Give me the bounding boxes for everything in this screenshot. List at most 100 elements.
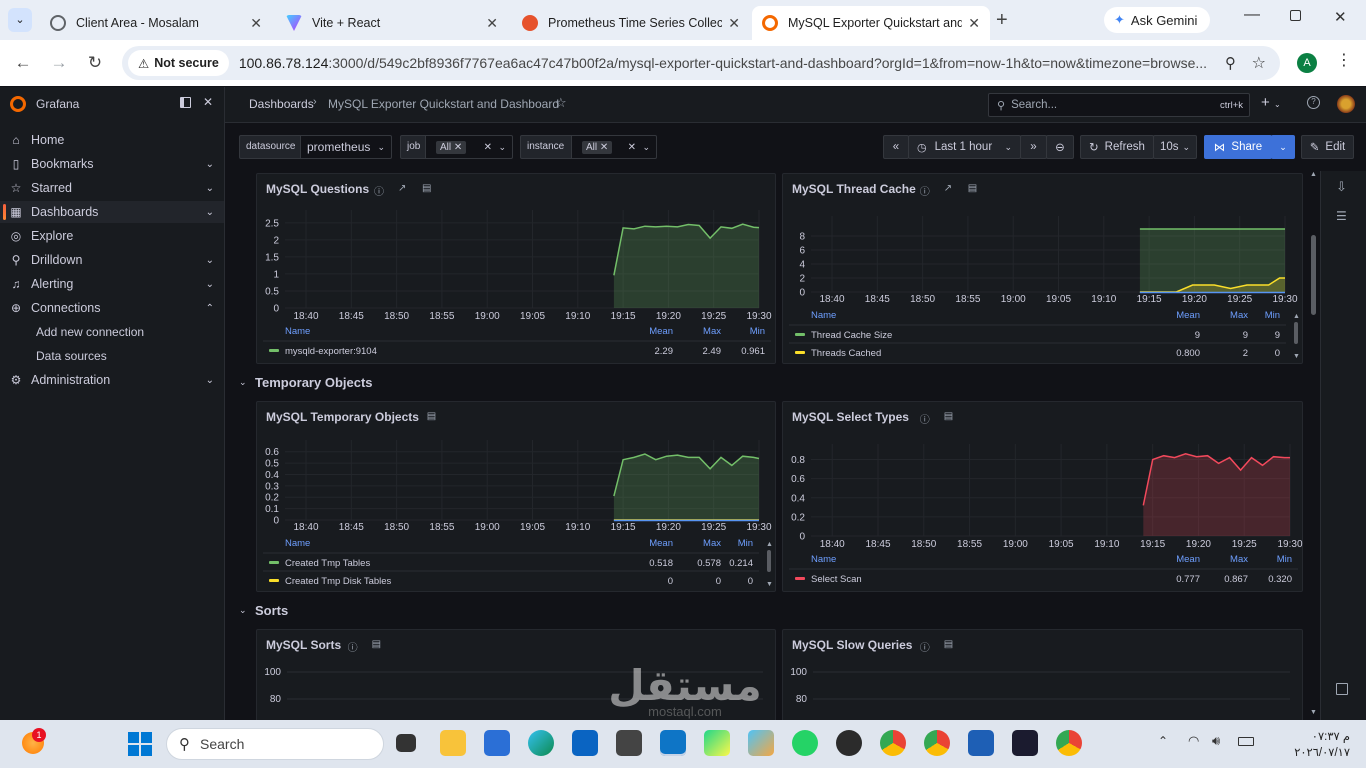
sidebar-item-home[interactable]: ⌂ Home	[0, 129, 224, 151]
sidebar-item-dashboards[interactable]: ▦ Dashboards ⌄	[0, 201, 224, 223]
powershell-icon[interactable]	[968, 730, 994, 756]
volume-icon[interactable]: 🔊︎	[1212, 733, 1220, 749]
breadcrumb-root[interactable]: Dashboards	[249, 97, 314, 111]
legend-header-name[interactable]: Name	[811, 310, 836, 321]
legend-scroll-thumb[interactable]	[767, 550, 771, 572]
add-new-icon[interactable]: + ⌄	[1261, 94, 1281, 111]
reload-icon[interactable]: ↻	[84, 52, 106, 74]
legend-scroll-down-icon[interactable]: ▼	[766, 581, 773, 588]
close-icon[interactable]: ✕	[486, 15, 498, 32]
legend-scroll-thumb[interactable]	[1294, 322, 1298, 344]
datasource-variable-select[interactable]: prometheus ⌄	[300, 135, 392, 159]
legend-header-max[interactable]: Max	[703, 326, 721, 337]
file-explorer-icon[interactable]	[440, 730, 466, 756]
wifi-icon[interactable]: ◠	[1188, 733, 1199, 749]
chrome-profile-active-icon[interactable]	[924, 730, 950, 756]
git-app-icon[interactable]	[748, 730, 774, 756]
legend-header-min[interactable]: Min	[738, 538, 753, 549]
close-icon[interactable]: ✕	[250, 15, 262, 32]
bookmark-star-icon[interactable]: ☆	[1252, 53, 1266, 73]
job-variable-select[interactable]: All ✕ ✕ ⌄	[425, 135, 513, 159]
task-view-icon[interactable]	[396, 734, 416, 752]
legend-header-max[interactable]: Max	[1230, 310, 1248, 321]
sidebar-subitem[interactable]: Add new connection	[36, 325, 144, 339]
scroll-thumb[interactable]	[1311, 235, 1316, 315]
minimize-icon[interactable]: —	[1244, 6, 1260, 24]
sidebar-item-alerting[interactable]: ♫ Alerting ⌄	[0, 273, 224, 295]
share-options-button[interactable]: ⌄	[1271, 135, 1295, 159]
instance-chip[interactable]: All ✕	[582, 140, 613, 154]
time-forward-button[interactable]: »	[1020, 135, 1047, 159]
panel-mysql-select-types[interactable]: MySQL Select Types ⓘ ▤ 18:40 18:45 18:50 18:55…	[782, 401, 1303, 592]
browser-tab-prometheus[interactable]: Prometheus Time Series Collect ✕	[512, 6, 750, 40]
pycharm-icon[interactable]	[704, 730, 730, 756]
url-field[interactable]: ⚠ Not secure 100.86.78.124:3000/d/549c2b…	[122, 46, 1280, 80]
sidebar-item-drilldown[interactable]: ⚲ Drilldown ⌄	[0, 249, 224, 271]
legend-header-name[interactable]: Name	[285, 326, 310, 337]
store-icon[interactable]	[484, 730, 510, 756]
whatsapp-icon[interactable]	[792, 730, 818, 756]
outlook-icon[interactable]	[572, 730, 598, 756]
legend-header-mean[interactable]: Mean	[1176, 310, 1200, 321]
instance-variable-select[interactable]: All ✕ ✕ ⌄	[571, 135, 657, 159]
legend-header-mean[interactable]: Mean	[1176, 554, 1200, 565]
edit-button[interactable]: ✎ Edit	[1301, 135, 1354, 159]
row-collapse-chevron-icon[interactable]: ⌄	[239, 605, 247, 616]
user-avatar[interactable]	[1337, 95, 1355, 113]
sidebar-item-bookmarks[interactable]: ▯ Bookmarks ⌄	[0, 153, 224, 175]
dashboard-scrollbar[interactable]: ▲ ▼	[1309, 171, 1319, 720]
legend-series-name[interactable]: Threads Cached	[811, 348, 881, 359]
dock-menu-icon[interactable]	[180, 97, 191, 108]
legend-series-name[interactable]: mysqld-exporter:9104	[285, 346, 377, 357]
sidebar-item-starred[interactable]: ☆ Starred ⌄	[0, 177, 224, 199]
taskbar-search-input[interactable]: ⚲ Search	[166, 728, 384, 760]
close-icon[interactable]: ✕	[968, 15, 980, 32]
import-icon[interactable]: ⇩	[1336, 179, 1347, 195]
panel-mysql-temporary-objects[interactable]: MySQL Temporary Objects ▤ 18:40 18:45 18:50 1…	[256, 401, 776, 592]
star-dashboard-icon[interactable]: ☆	[555, 95, 567, 111]
sidebar-item-administration[interactable]: ⚙ Administration ⌄	[0, 369, 224, 391]
time-back-button[interactable]: «	[883, 135, 909, 159]
time-picker-button[interactable]: ◷ Last 1 hour ⌄	[908, 135, 1021, 159]
legend-header-max[interactable]: Max	[703, 538, 721, 549]
forward-icon[interactable]: →	[48, 52, 70, 74]
refresh-button[interactable]: ↻ Refresh	[1080, 135, 1154, 159]
edge-icon[interactable]	[528, 730, 554, 756]
browser-tab-client-area[interactable]: Client Area - Mosalam ✕	[40, 6, 272, 40]
maximize-icon[interactable]	[1290, 10, 1301, 21]
close-window-icon[interactable]: ✕	[1334, 8, 1347, 26]
legend-header-name[interactable]: Name	[811, 554, 836, 565]
legend-header-mean[interactable]: Mean	[649, 326, 673, 337]
media-app-icon[interactable]	[616, 730, 642, 756]
scroll-up-icon[interactable]: ▲	[1310, 171, 1317, 178]
back-icon[interactable]: ←	[12, 52, 34, 74]
legend-series-name[interactable]: Select Scan	[811, 574, 862, 585]
row-title-temporary-objects[interactable]: Temporary Objects	[255, 375, 373, 390]
new-tab-icon[interactable]: +	[996, 9, 1008, 31]
panel-mysql-slow-queries[interactable]: MySQL Slow Queriesⓘ▤1008060	[782, 629, 1303, 725]
clear-icon[interactable]: ✕	[628, 142, 636, 153]
battery-icon[interactable]	[1238, 737, 1254, 746]
tray-chevron-icon[interactable]: ⌃	[1158, 734, 1168, 748]
vscode-icon[interactable]	[660, 730, 686, 756]
obs-icon[interactable]	[836, 730, 862, 756]
legend-header-name[interactable]: Name	[285, 538, 310, 549]
job-chip[interactable]: All ✕	[436, 140, 467, 154]
not-secure-badge[interactable]: ⚠ Not secure	[128, 50, 229, 76]
scroll-down-icon[interactable]: ▼	[1310, 709, 1317, 716]
outline-icon[interactable]: ☰	[1336, 209, 1347, 223]
dock-panel-icon[interactable]	[1336, 683, 1348, 695]
legend-scroll-up-icon[interactable]: ▲	[1293, 313, 1300, 320]
search-input[interactable]: ⚲ Search... ctrl+k	[988, 93, 1250, 117]
legend-scroll-down-icon[interactable]: ▼	[1293, 353, 1300, 360]
legend-header-mean[interactable]: Mean	[649, 538, 673, 549]
row-collapse-chevron-icon[interactable]: ⌄	[239, 377, 247, 388]
sidebar-item-explore[interactable]: ◎ Explore	[0, 225, 224, 247]
legend-header-max[interactable]: Max	[1230, 554, 1248, 565]
panel-mysql-questions[interactable]: MySQL Questions ⓘ ↗ ▤ 18:40 18:45 18:50 18:55 19…	[256, 173, 776, 364]
clear-icon[interactable]: ✕	[484, 142, 492, 153]
row-title-sorts[interactable]: Sorts	[255, 603, 288, 618]
close-icon[interactable]: ✕	[728, 15, 740, 32]
clock-date[interactable]: ٢٠٢٦/٠٧/١٧	[1268, 745, 1350, 759]
browser-tab-vite[interactable]: Vite + React ✕	[276, 6, 508, 40]
